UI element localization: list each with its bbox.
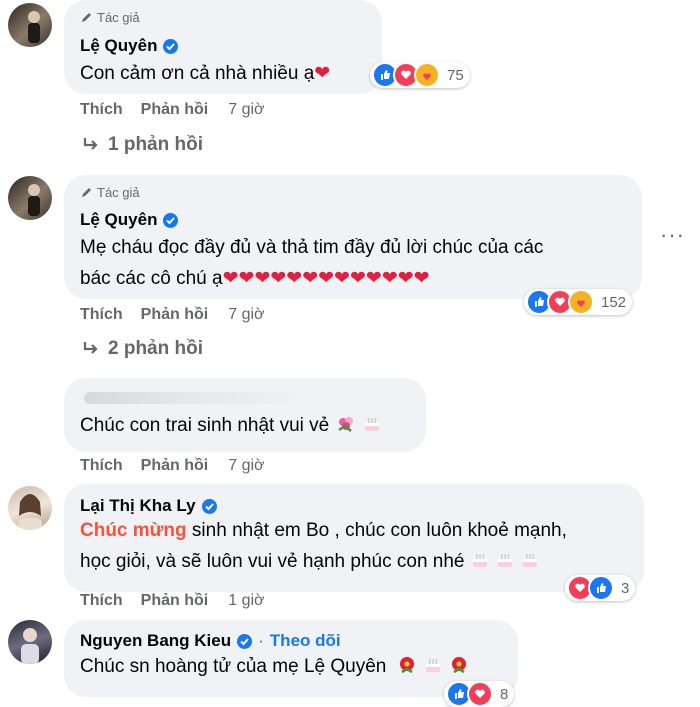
like-button[interactable]: Thích [80, 457, 123, 475]
pencil-icon [82, 188, 91, 197]
author-name-label[interactable]: Nguyen Bang Kieu [80, 631, 231, 651]
author-name[interactable]: Nguyen Bang Kieu · Theo dõi [80, 631, 341, 651]
comment-text: Chúc con trai sinh nhật vui vẻ [80, 410, 382, 441]
avatar[interactable] [8, 620, 52, 664]
replies-count-label[interactable]: 2 phản hồi [108, 338, 203, 360]
view-replies-link[interactable]: 2 phản hồi [82, 338, 203, 360]
author-name-label[interactable]: Lại Thị Kha Ly [80, 496, 196, 516]
follow-separator: · [258, 631, 264, 650]
comment-text-content: Chúc sn hoàng tử của mẹ [80, 656, 304, 677]
comment-text: Chúc sn hoàng tử của mẹ Lệ Quyên [80, 651, 470, 682]
timestamp[interactable]: 1 giờ [228, 592, 264, 610]
author-name-label[interactable]: Lệ Quyên [80, 210, 157, 230]
comment-text-line: bác các cô chú ạ❤❤❤❤❤❤❤❤❤❤❤❤❤ [80, 268, 430, 289]
avatar[interactable] [8, 176, 52, 220]
verified-icon [163, 212, 179, 228]
reactions-summary[interactable]: 75 [370, 62, 470, 88]
timestamp[interactable]: 7 giờ [228, 306, 264, 324]
like-button[interactable]: Thích [80, 592, 123, 610]
flower-icon [337, 417, 353, 432]
mention-link[interactable]: Lệ Quyên [304, 656, 386, 677]
reply-arrow-icon [83, 138, 98, 150]
comment-actions: Thích Phản hồi 1 giờ [80, 592, 265, 610]
comment-text-line: học giỏi, và sẽ luôn vui vẻ hạnh phúc co… [80, 546, 567, 577]
author-name[interactable]: Lệ Quyên [80, 36, 179, 56]
comment-text: Chúc mừng sinh nhật em Bo , chúc con luô… [80, 515, 567, 577]
comment-text-content: Chúc con trai sinh nhật vui vẻ [80, 415, 330, 436]
flower-icon [399, 657, 414, 674]
reaction-count: 75 [447, 66, 464, 84]
comment-actions: Thích Phản hồi 7 giờ [80, 101, 265, 119]
comment-text: Con cảm ơn cả nhà nhiều ạ❤ [80, 58, 330, 89]
more-icon[interactable]: ··· [660, 222, 685, 248]
timestamp[interactable]: 7 giờ [228, 457, 264, 475]
pencil-icon [82, 13, 91, 22]
flower-icon [452, 657, 467, 674]
replies-count-label[interactable]: 1 phản hồi [108, 134, 203, 156]
follow-link[interactable]: Theo dõi [270, 631, 341, 651]
author-name[interactable]: Lệ Quyên [80, 210, 179, 230]
comment-actions: Thích Phản hồi 7 giờ [80, 457, 265, 475]
reply-button[interactable]: Phản hồi [141, 592, 209, 610]
comment-text-line: Chúc mừng sinh nhật em Bo , chúc con luô… [80, 515, 567, 546]
reply-button[interactable]: Phản hồi [141, 101, 209, 119]
highlighted-text[interactable]: Chúc mừng [80, 520, 187, 541]
reaction-count: 3 [621, 579, 630, 597]
verified-icon [201, 498, 217, 514]
reply-button[interactable]: Phản hồi [141, 457, 209, 475]
view-replies-link[interactable]: 1 phản hồi [82, 134, 203, 156]
reaction-count: 152 [601, 293, 627, 311]
comment-text-content: học giỏi, và sẽ luôn vui vẻ hạnh phúc co… [80, 551, 465, 572]
cake-icon [472, 554, 487, 567]
like-icon [588, 575, 614, 601]
cake-icon [523, 554, 538, 567]
like-button[interactable]: Thích [80, 101, 123, 119]
cake-icon [498, 554, 513, 567]
blurred-author-name [84, 392, 294, 404]
comment-actions: Thích Phản hồi 7 giờ [80, 306, 265, 324]
reactions-summary[interactable]: 152 [524, 289, 633, 315]
author-badge: Tác giả [80, 10, 140, 25]
verified-icon [237, 633, 253, 649]
avatar-image [28, 11, 40, 43]
reaction-count: 8 [500, 685, 509, 703]
comment-text-content: Con cảm ơn cả nhà nhiều ạ❤ [80, 63, 331, 84]
care-icon [568, 289, 594, 315]
reply-arrow-icon [83, 342, 98, 354]
comment-text-line: Mẹ cháu đọc đầy đủ và thả tim đầy đủ lời… [80, 237, 544, 258]
avatar[interactable] [8, 3, 52, 47]
author-badge-label: Tác giả [97, 10, 140, 25]
author-badge: Tác giả [80, 185, 140, 200]
reactions-summary[interactable]: 3 [565, 575, 636, 601]
avatar-image [18, 494, 42, 530]
comment-text-content: sinh nhật em Bo , chúc con luôn khoẻ mạn… [186, 520, 567, 541]
avatar-image [28, 184, 40, 216]
reply-button[interactable]: Phản hồi [141, 306, 209, 324]
timestamp[interactable]: 7 giờ [228, 101, 264, 119]
reactions-summary[interactable]: 8 [444, 681, 515, 707]
cake-icon [364, 418, 379, 431]
author-name-label[interactable]: Lệ Quyên [80, 36, 157, 56]
love-icon [467, 681, 493, 707]
cake-icon [425, 659, 440, 672]
author-badge-label: Tác giả [97, 185, 140, 200]
care-icon [414, 62, 440, 88]
comment-text: Mẹ cháu đọc đầy đủ và thả tim đầy đủ lời… [80, 232, 543, 294]
avatar[interactable] [8, 486, 52, 530]
author-name[interactable]: Lại Thị Kha Ly [80, 496, 217, 516]
verified-icon [163, 38, 179, 54]
like-button[interactable]: Thích [80, 306, 123, 324]
avatar-image [21, 628, 39, 664]
